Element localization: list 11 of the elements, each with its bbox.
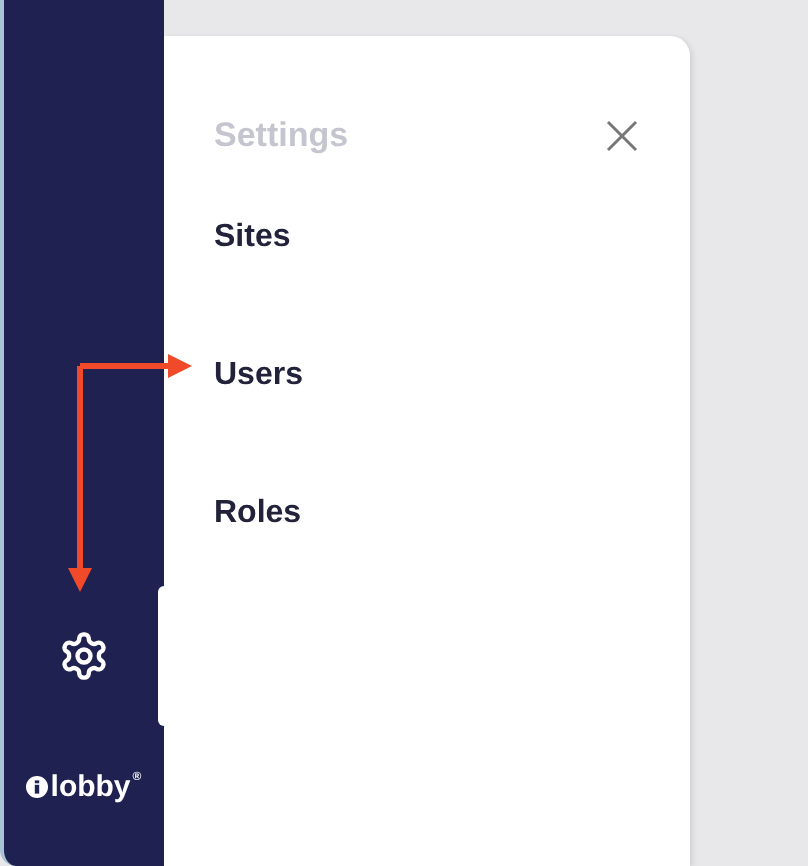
menu-item[interactable]: Roles	[214, 496, 640, 532]
scroll-handle[interactable]	[158, 586, 168, 726]
settings-icon	[58, 630, 110, 682]
close-button[interactable]	[604, 118, 640, 154]
settings-button[interactable]	[56, 628, 112, 684]
menu-item[interactable]: Sites	[214, 220, 640, 256]
panel-title: Settings	[214, 116, 349, 156]
menu-item[interactable]: Users	[214, 358, 640, 394]
logo-icon	[26, 776, 49, 798]
close-icon	[606, 120, 638, 152]
logo-text: lobby	[50, 772, 131, 802]
